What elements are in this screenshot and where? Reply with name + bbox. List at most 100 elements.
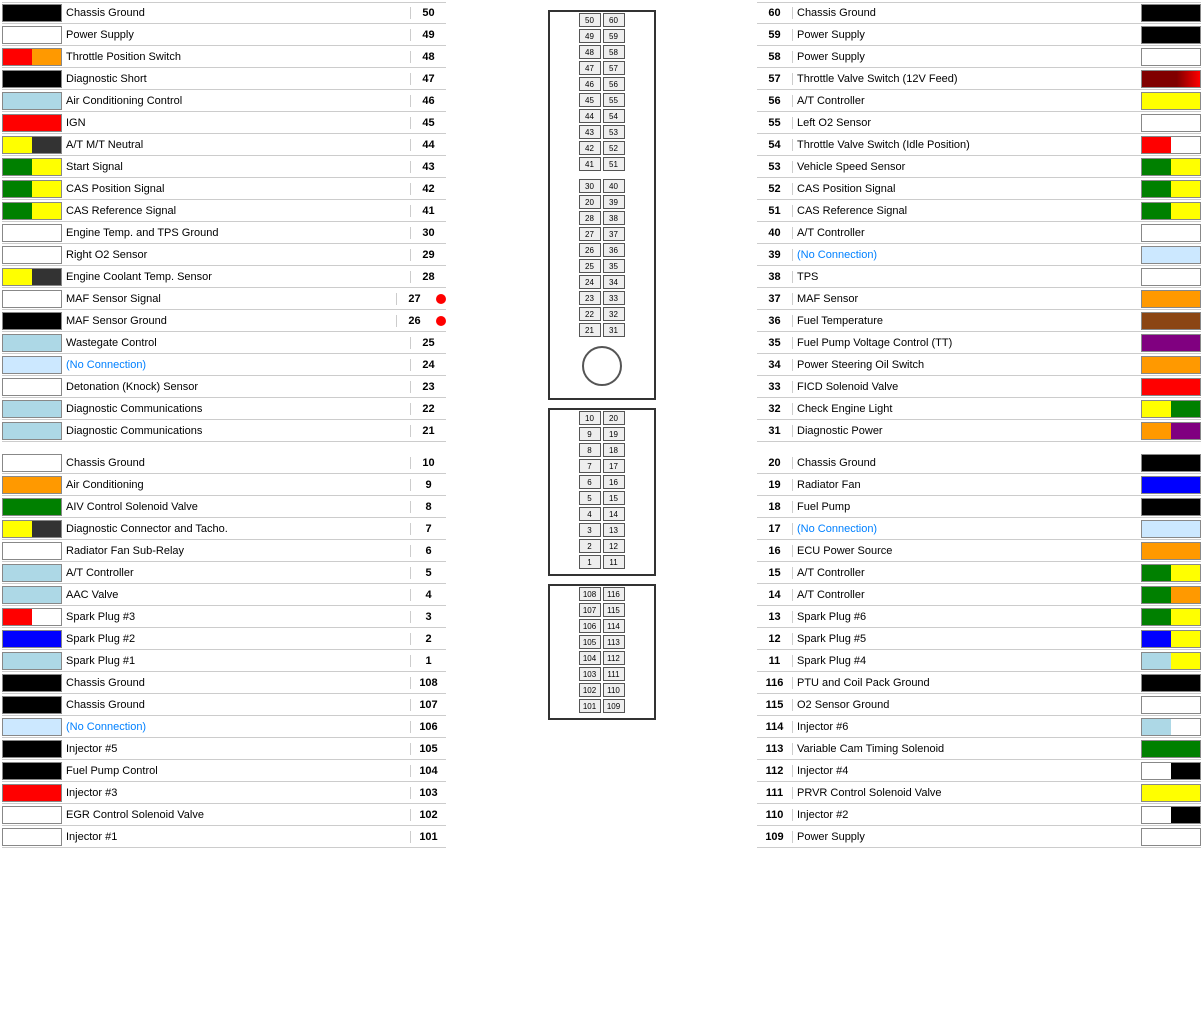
wire-color-swatch: [1141, 542, 1201, 560]
pin-label: Chassis Ground: [62, 7, 410, 19]
connector-pin-cell: 21: [579, 323, 601, 337]
connector-pin-cell: 56: [603, 77, 625, 91]
right-pin-row: 115O2 Sensor Ground: [757, 694, 1201, 716]
pin-number: 105: [410, 743, 446, 755]
pin-number: 26: [396, 315, 432, 327]
pin-number: 27: [396, 293, 432, 305]
pin-number: 11: [757, 655, 793, 667]
connector-pin-row: 107115: [554, 602, 650, 618]
pin-label: Injector #2: [793, 809, 1141, 821]
connector-pin-row: 2737: [554, 226, 650, 242]
right-pin-row: 112Injector #4: [757, 760, 1201, 782]
wire-color-swatch: [2, 630, 62, 648]
wire-color-swatch: [2, 180, 62, 198]
right-pin-row: 110Injector #2: [757, 804, 1201, 826]
left-pin-row: AAC Valve4: [2, 584, 446, 606]
pin-label: Fuel Pump: [793, 501, 1141, 513]
right-pin-row: 20Chassis Ground: [757, 452, 1201, 474]
pin-label: A/T M/T Neutral: [62, 139, 410, 151]
pin-number: 37: [757, 293, 793, 305]
wire-color-swatch: [1141, 652, 1201, 670]
connector-pin-cell: 52: [603, 141, 625, 155]
pin-number: 32: [757, 403, 793, 415]
connector-pin-row: 4858: [554, 44, 650, 60]
connector-pin-cell: 101: [579, 699, 601, 713]
pin-number: 108: [410, 677, 446, 689]
wire-color-swatch: [2, 312, 62, 330]
pin-number: 20: [757, 457, 793, 469]
connector-pin-cell: 34: [603, 275, 625, 289]
connector-pin-cell: 9: [579, 427, 601, 441]
left-pin-row: Spark Plug #11: [2, 650, 446, 672]
connector-pin-cell: 36: [603, 243, 625, 257]
connector-pin-cell: 39: [603, 195, 625, 209]
left-pin-row: Fuel Pump Control104: [2, 760, 446, 782]
connector-pin-row: 2838: [554, 210, 650, 226]
connector-pin-cell: 113: [603, 635, 625, 649]
left-pin-row: CAS Reference Signal41: [2, 200, 446, 222]
connector-pin-row: 818: [554, 442, 650, 458]
left-pin-row: (No Connection)24: [2, 354, 446, 376]
connector-pin-cell: 45: [579, 93, 601, 107]
pin-number: 21: [410, 425, 446, 437]
pin-label: AIV Control Solenoid Valve: [62, 501, 410, 513]
pin-number: 17: [757, 523, 793, 535]
pin-label: Injector #3: [62, 787, 410, 799]
pin-number: 31: [757, 425, 793, 437]
pin-label: Fuel Pump Control: [62, 765, 410, 777]
right-pin-row: 34Power Steering Oil Switch: [757, 354, 1201, 376]
left-pin-row: Throttle Position Switch48: [2, 46, 446, 68]
wire-color-swatch: [2, 674, 62, 692]
right-pin-row: 55Left O2 Sensor: [757, 112, 1201, 134]
wire-color-swatch: [1141, 674, 1201, 692]
pin-number: 30: [410, 227, 446, 239]
pin-label: Power Steering Oil Switch: [793, 359, 1141, 371]
wire-color-swatch: [1141, 696, 1201, 714]
pin-label: Left O2 Sensor: [793, 117, 1141, 129]
pin-label: FICD Solenoid Valve: [793, 381, 1141, 393]
wire-color-swatch: [2, 356, 62, 374]
connector-pin-cell: 50: [579, 13, 601, 27]
wire-color-swatch: [1141, 180, 1201, 198]
right-pin-row: 109Power Supply: [757, 826, 1201, 848]
wire-color-swatch: [1141, 586, 1201, 604]
pin-label: A/T Controller: [793, 567, 1141, 579]
pin-label: MAF Sensor Signal: [62, 293, 396, 305]
right-pin-row: 33FICD Solenoid Valve: [757, 376, 1201, 398]
pin-label: (No Connection): [793, 523, 1141, 535]
connector-pin-cell: 55: [603, 93, 625, 107]
wire-color-swatch: [2, 224, 62, 242]
wire-color-swatch: [1141, 828, 1201, 846]
connector-pin-cell: 46: [579, 77, 601, 91]
center-panel: 5060495948584757465645554454435342524151…: [448, 0, 755, 1019]
pin-label: Diagnostic Power: [793, 425, 1141, 437]
wire-color-swatch: [1141, 334, 1201, 352]
pin-label: Air Conditioning Control: [62, 95, 410, 107]
connector-pin-cell: 108: [579, 587, 601, 601]
connector-pin-cell: 109: [603, 699, 625, 713]
left-pin-row: CAS Position Signal42: [2, 178, 446, 200]
pin-label: Check Engine Light: [793, 403, 1141, 415]
wire-color-swatch: [1141, 92, 1201, 110]
pin-number: 113: [757, 743, 793, 755]
connector-pin-cell: 27: [579, 227, 601, 241]
wire-color-swatch: [2, 26, 62, 44]
left-pin-row: A/T M/T Neutral44: [2, 134, 446, 156]
pin-label: A/T Controller: [62, 567, 410, 579]
connector-pin-cell: 15: [603, 491, 625, 505]
left-pin-row: EGR Control Solenoid Valve102: [2, 804, 446, 826]
left-pin-row: MAF Sensor Ground26: [2, 310, 446, 332]
pin-number: 54: [757, 139, 793, 151]
connector-pin-cell: 48: [579, 45, 601, 59]
connector-pin-row: 111: [554, 554, 650, 570]
wire-color-swatch: [1141, 202, 1201, 220]
left-pin-row: AIV Control Solenoid Valve8: [2, 496, 446, 518]
pin-label: CAS Reference Signal: [62, 205, 410, 217]
pin-label: Wastegate Control: [62, 337, 410, 349]
pin-label: Injector #6: [793, 721, 1141, 733]
wire-color-swatch: [2, 718, 62, 736]
wire-color-swatch: [2, 400, 62, 418]
pin-number: 111: [757, 787, 793, 799]
pin-label: Radiator Fan Sub-Relay: [62, 545, 410, 557]
connector-pin-cell: 37: [603, 227, 625, 241]
